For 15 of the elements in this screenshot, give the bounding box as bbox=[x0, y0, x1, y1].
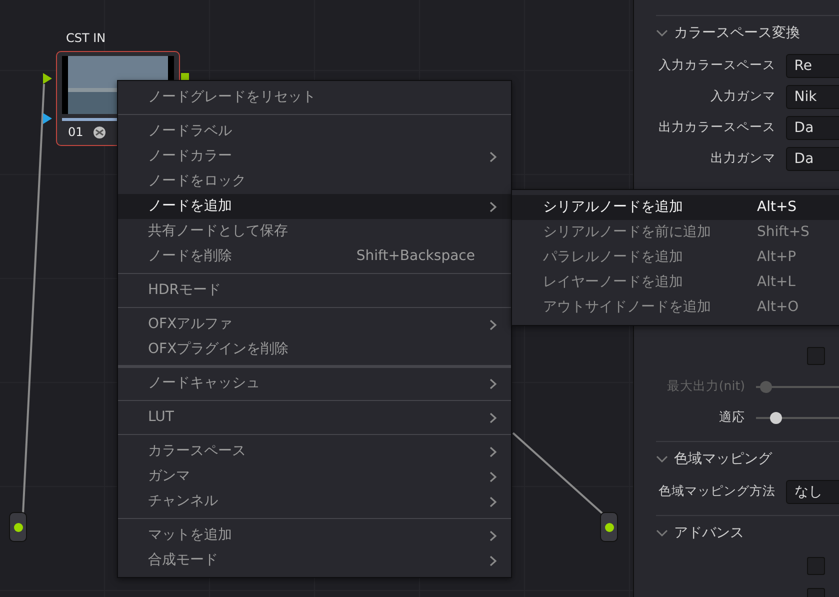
field-label: 入力ガンマ bbox=[709, 87, 776, 106]
shortcut-text: Alt+S bbox=[757, 198, 797, 217]
shortcut-text: Alt+O bbox=[757, 298, 799, 317]
field-label: 入力カラースペース bbox=[657, 56, 776, 74]
shortcut-text: Shift+S bbox=[757, 223, 810, 242]
node-label: CST IN bbox=[66, 30, 106, 46]
field-label: 最大出力(nit) bbox=[666, 377, 745, 396]
node-number: 01 bbox=[68, 125, 84, 139]
shortcut-text: Alt+P bbox=[757, 248, 796, 267]
field-label: 出力カラースペース bbox=[657, 118, 776, 136]
shortcut-text: Alt+L bbox=[757, 273, 796, 292]
field-label: 色域マッピング方法 bbox=[657, 482, 776, 500]
shortcut-text: Shift+Backspace bbox=[356, 247, 475, 266]
field-label: 出力ガンマ bbox=[709, 149, 776, 168]
field-label: 適応 bbox=[718, 408, 745, 426]
